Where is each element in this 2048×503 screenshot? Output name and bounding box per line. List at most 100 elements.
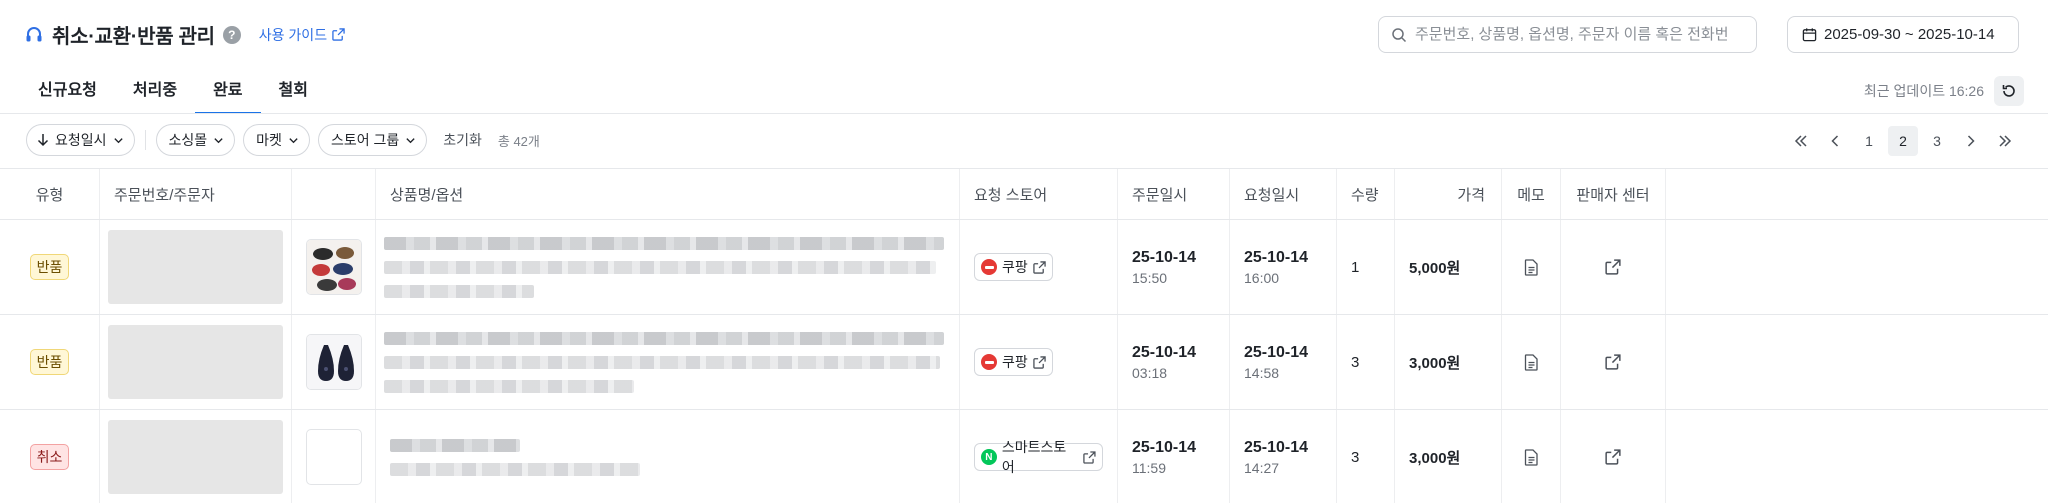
product-cell — [376, 410, 960, 503]
claims-table: 유형 주문번호/주문자 상품명/옵션 요청 스토어 주문일시 요청일시 수량 가… — [0, 168, 2048, 503]
external-link-icon[interactable] — [1605, 354, 1621, 370]
order-info-redacted — [108, 230, 283, 304]
store-link[interactable]: N 스마트스토어 — [974, 439, 1103, 475]
memo-icon[interactable] — [1524, 448, 1539, 466]
price-value: 5,000원 — [1409, 259, 1461, 277]
order-date-cell: 25-10-14 11:59 — [1118, 410, 1230, 503]
prev-page-button[interactable] — [1820, 126, 1850, 156]
type-cell: 취소 — [0, 410, 100, 503]
external-link-icon — [332, 28, 345, 41]
spacer-cell — [1666, 315, 2048, 409]
naver-icon: N — [981, 449, 997, 465]
spacer-cell — [1666, 410, 2048, 503]
order-date: 25-10-14 — [1132, 343, 1197, 361]
status-tabs: 신규요청 처리중 완료 철회 — [20, 70, 326, 114]
price-value: 3,000원 — [1409, 449, 1461, 467]
tab-label: 완료 — [213, 82, 243, 99]
order-cell — [100, 410, 292, 503]
store-name: 스마트스토어 — [1001, 439, 1067, 475]
total-count: 총 42개 — [497, 133, 540, 149]
product-thumbnail[interactable] — [305, 334, 362, 390]
calendar-icon — [1802, 28, 1817, 42]
arrow-down-icon — [37, 134, 49, 147]
guide-link[interactable]: 사용 가이드 — [259, 25, 345, 45]
page-header: 취소·교환·반품 관리 ? 사용 가이드 2025-09-30 ~ 2025-1… — [0, 0, 2048, 66]
tab-new-request[interactable]: 신규요청 — [20, 70, 115, 114]
product-thumbnail[interactable] — [305, 239, 362, 295]
tab-label: 철회 — [278, 82, 308, 99]
col-memo: 메모 — [1502, 169, 1561, 219]
page-title: 취소·교환·반품 관리 — [52, 26, 215, 48]
request-date-cell: 25-10-14 14:58 — [1230, 315, 1337, 409]
col-price: 가격 — [1395, 169, 1502, 219]
store-link[interactable]: 쿠팡 — [974, 348, 1053, 376]
product-thumbnail[interactable] — [305, 429, 362, 485]
date-range-picker[interactable]: 2025-09-30 ~ 2025-10-14 — [1787, 16, 2019, 53]
qty-cell: 3 — [1337, 410, 1395, 503]
headphones-icon — [24, 25, 44, 45]
memo-icon[interactable] — [1524, 258, 1539, 276]
tab-in-progress[interactable]: 처리중 — [115, 70, 195, 114]
store-cell: 쿠팡 — [960, 220, 1118, 314]
store-cell: N 스마트스토어 — [960, 410, 1118, 503]
table-row[interactable]: 반품 쿠팡 25-10-14 03:18 25-10-14 14:58 3 3,00… — [0, 315, 2048, 410]
coupang-icon — [981, 354, 997, 370]
tab-completed[interactable]: 완료 — [195, 70, 261, 114]
refresh-button[interactable] — [1994, 76, 2024, 106]
type-cell: 반품 — [0, 315, 100, 409]
next-page-button[interactable] — [1956, 126, 1986, 156]
col-seller-center: 판매자 센터 — [1561, 169, 1666, 219]
product-cell — [376, 315, 960, 409]
store-link[interactable]: 쿠팡 — [974, 253, 1053, 281]
filter-label: 스토어 그룹 — [330, 132, 400, 148]
tab-withdrawn[interactable]: 철회 — [261, 70, 326, 114]
sort-label: 요청일시 — [55, 132, 107, 148]
external-link-icon — [1033, 355, 1046, 369]
request-time: 16:00 — [1244, 269, 1280, 286]
reset-filters-button[interactable]: 초기화 — [443, 130, 482, 150]
coupang-icon — [981, 259, 997, 275]
tab-label: 처리중 — [132, 82, 178, 99]
page-button-current[interactable]: 2 — [1888, 126, 1918, 156]
external-link-icon[interactable] — [1605, 449, 1621, 465]
search-input[interactable] — [1415, 26, 1745, 43]
last-update-text: 최근 업데이트 16:26 — [1863, 83, 1984, 99]
search-box[interactable] — [1378, 16, 1757, 53]
thumb-cell — [292, 220, 376, 314]
product-info-redacted — [384, 331, 944, 393]
filter-market[interactable]: 마켓 — [243, 124, 310, 156]
request-date-cell: 25-10-14 16:00 — [1230, 220, 1337, 314]
last-page-button[interactable] — [1990, 126, 2020, 156]
divider — [144, 130, 146, 150]
sort-dropdown[interactable]: 요청일시 — [26, 124, 135, 156]
store-cell: 쿠팡 — [960, 315, 1118, 409]
help-icon[interactable]: ? — [222, 25, 241, 44]
order-info-redacted — [108, 325, 283, 399]
seller-center-cell — [1561, 410, 1666, 503]
order-date-cell: 25-10-14 03:18 — [1118, 315, 1230, 409]
memo-icon[interactable] — [1524, 353, 1539, 371]
filter-store-group[interactable]: 스토어 그룹 — [317, 124, 428, 156]
order-date-cell: 25-10-14 15:50 — [1118, 220, 1230, 314]
order-time: 15:50 — [1132, 269, 1168, 286]
order-date: 25-10-14 — [1132, 248, 1197, 266]
request-date: 25-10-14 — [1244, 438, 1309, 456]
filter-label: 마켓 — [256, 132, 282, 148]
first-page-button[interactable] — [1786, 126, 1816, 156]
page-button[interactable]: 1 — [1854, 126, 1884, 156]
table-row[interactable]: 반품 쿠팡 25-10-14 15:50 25-10-14 16:00 1 5,00… — [0, 220, 2048, 315]
qty-value: 1 — [1351, 258, 1360, 276]
qty-cell: 1 — [1337, 220, 1395, 314]
product-info-redacted — [384, 236, 944, 298]
filter-sourcing-mall[interactable]: 소싱몰 — [155, 124, 236, 156]
request-time: 14:27 — [1244, 459, 1280, 476]
tab-label: 신규요청 — [38, 82, 97, 99]
product-info-redacted — [384, 438, 640, 476]
thumb-cell — [292, 315, 376, 409]
external-link-icon[interactable] — [1605, 259, 1621, 275]
chevron-down-icon — [289, 137, 298, 143]
price-value: 3,000원 — [1409, 354, 1461, 372]
table-row[interactable]: 취소 N 스마트스토어 25-10-14 11:59 25-10-14 14:27 … — [0, 410, 2048, 503]
page-button[interactable]: 3 — [1922, 126, 1952, 156]
col-spacer — [1666, 169, 2048, 219]
